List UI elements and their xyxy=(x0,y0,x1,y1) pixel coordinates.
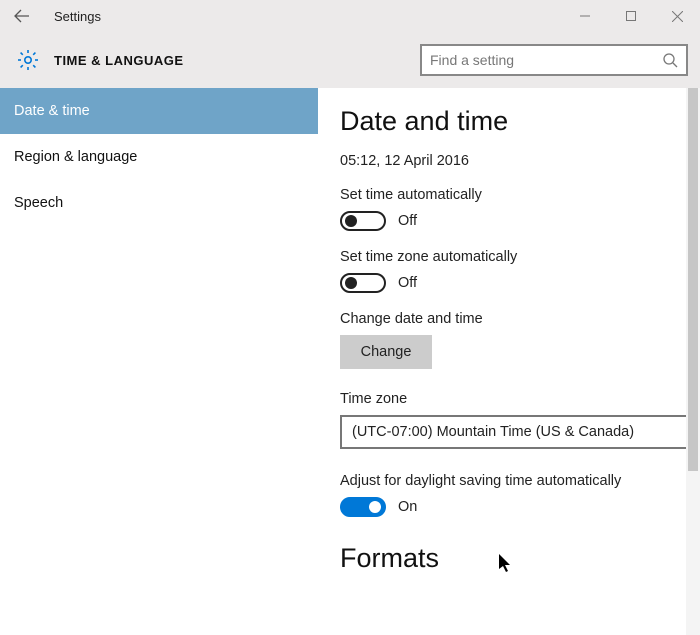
section-title: TIME & LANGUAGE xyxy=(54,53,184,68)
back-button[interactable] xyxy=(8,2,36,30)
dst-toggle[interactable] xyxy=(340,497,386,517)
change-button[interactable]: Change xyxy=(340,335,432,369)
change-dt-label: Change date and time xyxy=(340,311,700,327)
arrow-left-icon xyxy=(14,8,30,24)
toggle-knob xyxy=(345,277,357,289)
titlebar: Settings xyxy=(0,0,700,32)
set-time-auto-toggle[interactable] xyxy=(340,211,386,231)
timezone-select[interactable]: (UTC-07:00) Mountain Time (US & Canada) xyxy=(340,415,692,449)
set-time-auto-label: Set time automatically xyxy=(340,187,700,203)
close-button[interactable] xyxy=(654,0,700,32)
sidebar: Date & time Region & language Speech xyxy=(0,88,318,635)
sidebar-item-label: Speech xyxy=(14,195,63,211)
window-title: Settings xyxy=(54,9,101,24)
body: Date & time Region & language Speech Dat… xyxy=(0,88,700,635)
settings-gear[interactable] xyxy=(14,46,42,74)
page-title: Date and time xyxy=(340,106,700,137)
set-tz-auto-label: Set time zone automatically xyxy=(340,249,700,265)
scrollbar-track[interactable] xyxy=(686,88,700,635)
gear-icon xyxy=(16,48,40,72)
sidebar-item-label: Region & language xyxy=(14,149,137,165)
toggle-knob xyxy=(345,215,357,227)
dst-label: Adjust for daylight saving time automati… xyxy=(340,473,700,489)
minimize-button[interactable] xyxy=(562,0,608,32)
current-datetime: 05:12, 12 April 2016 xyxy=(340,153,700,169)
dst-state: On xyxy=(398,499,417,515)
search-input[interactable] xyxy=(430,52,662,68)
timezone-label: Time zone xyxy=(340,391,700,407)
formats-heading: Formats xyxy=(340,543,700,574)
search-icon xyxy=(662,52,678,68)
sidebar-item-date-time[interactable]: Date & time xyxy=(0,88,318,134)
toggle-knob xyxy=(369,501,381,513)
scrollbar-thumb[interactable] xyxy=(688,88,698,471)
timezone-value: (UTC-07:00) Mountain Time (US & Canada) xyxy=(352,424,634,440)
sidebar-item-speech[interactable]: Speech xyxy=(0,180,318,226)
maximize-button[interactable] xyxy=(608,0,654,32)
set-time-auto-state: Off xyxy=(398,213,417,229)
set-tz-auto-toggle[interactable] xyxy=(340,273,386,293)
sidebar-item-label: Date & time xyxy=(14,103,90,119)
close-icon xyxy=(672,11,683,22)
minimize-icon xyxy=(580,11,590,21)
maximize-icon xyxy=(626,11,636,21)
sidebar-item-region-language[interactable]: Region & language xyxy=(0,134,318,180)
header-row: TIME & LANGUAGE xyxy=(0,32,700,88)
set-tz-auto-state: Off xyxy=(398,275,417,291)
main-panel: Date and time 05:12, 12 April 2016 Set t… xyxy=(318,88,700,635)
search-box[interactable] xyxy=(420,44,688,76)
